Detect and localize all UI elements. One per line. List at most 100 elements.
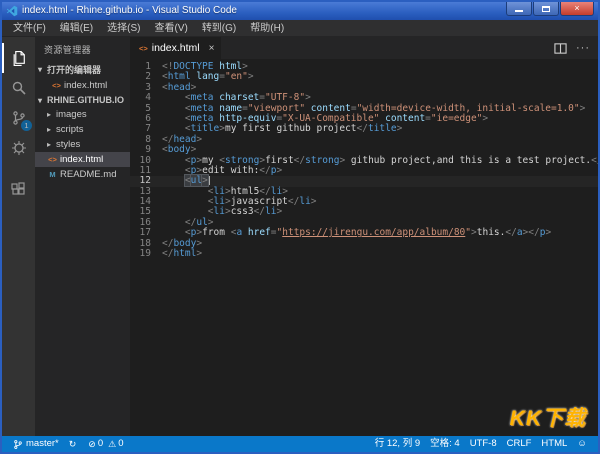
tree-item-label: scripts bbox=[56, 124, 83, 135]
code-line-content: <html lang="en"> bbox=[162, 71, 254, 82]
code-line-content: <ul> bbox=[162, 175, 210, 186]
tree-folder-styles[interactable]: ▸styles bbox=[35, 137, 130, 152]
vscode-logo-icon bbox=[6, 5, 18, 17]
open-editors-label: 打开的编辑器 bbox=[47, 63, 101, 76]
code-line-content: </body> bbox=[162, 238, 202, 249]
file-tree: ▸images▸scripts▸styles<>index.htmlMREADM… bbox=[35, 107, 130, 182]
language-label: HTML bbox=[541, 436, 567, 452]
code-line-content: <body> bbox=[162, 144, 196, 155]
tree-file-index-html[interactable]: <>index.html bbox=[35, 78, 130, 93]
indent-status[interactable]: 空格: 4 bbox=[425, 436, 465, 452]
folder-header[interactable]: ▾ RHINE.GITHUB.IO bbox=[35, 93, 130, 107]
tree-item-label: index.html bbox=[64, 80, 107, 91]
minimize-button[interactable] bbox=[506, 2, 532, 16]
line-number: 9 bbox=[130, 145, 162, 155]
chevron-down-icon: ▾ bbox=[38, 65, 47, 74]
sync-status[interactable]: ↻ bbox=[64, 436, 84, 452]
line-number: 19 bbox=[130, 249, 162, 259]
split-editor-icon[interactable] bbox=[554, 42, 567, 55]
language-status[interactable]: HTML bbox=[536, 436, 572, 452]
git-branch-icon bbox=[13, 439, 23, 450]
debug-icon[interactable] bbox=[2, 133, 35, 163]
code-line-2[interactable]: 2<html lang="en"> bbox=[130, 72, 598, 82]
html-file-icon: <> bbox=[139, 44, 148, 53]
explorer-sidebar: 资源管理器 ▾ 打开的编辑器 <>index.html ▾ RHINE.GITH… bbox=[35, 37, 130, 436]
activity-bar: 1 bbox=[2, 37, 35, 436]
code-line-content: <meta http-equiv="X-UA-Compatible" conte… bbox=[162, 113, 488, 124]
explorer-icon[interactable] bbox=[2, 43, 35, 73]
code-line-content: <li>html5</li> bbox=[162, 186, 288, 197]
code-line-content: <li>css3</li> bbox=[162, 206, 282, 217]
code-line-19[interactable]: 19</html> bbox=[130, 249, 598, 259]
code-editor[interactable]: 1<!DOCTYPE html>2<html lang="en">3<head>… bbox=[130, 59, 598, 436]
tab-index-html[interactable]: <> index.html × bbox=[130, 37, 221, 59]
code-line-content: <p>my <strong>first</strong> github proj… bbox=[162, 155, 598, 166]
tree-item-label: styles bbox=[56, 139, 80, 150]
tree-file-index-html[interactable]: <>index.html bbox=[35, 152, 130, 167]
workbench: 1 资源管理器 ▾ 打开的编辑器 <>index.html ▾ RHINE.GI… bbox=[2, 37, 598, 436]
problems-status[interactable]: ⊘0 ⚠0 bbox=[83, 436, 128, 452]
text-cursor bbox=[209, 176, 210, 185]
status-bar: master* ↻ ⊘0 ⚠0 行 12, 列 9 空格: 4 UTF-8 CR… bbox=[2, 436, 598, 452]
source-control-badge: 1 bbox=[21, 120, 32, 131]
tab-label: index.html bbox=[152, 42, 200, 54]
code-line-content: <li>javascript</li> bbox=[162, 196, 317, 207]
eol-status[interactable]: CRLF bbox=[502, 436, 537, 452]
menu-item[interactable]: 选择(S) bbox=[100, 20, 147, 37]
encoding-status[interactable]: UTF-8 bbox=[465, 436, 502, 452]
cursor-position-status[interactable]: 行 12, 列 9 bbox=[370, 436, 425, 452]
vscode-window: index.html - Rhine.github.io - Visual St… bbox=[0, 0, 600, 454]
open-editors-list: <>index.html bbox=[35, 78, 130, 93]
window-controls: × bbox=[506, 2, 594, 20]
tree-folder-scripts[interactable]: ▸scripts bbox=[35, 122, 130, 137]
feedback-status[interactable]: ☺ bbox=[572, 436, 592, 452]
window-title: index.html - Rhine.github.io - Visual St… bbox=[22, 2, 506, 20]
menu-item[interactable]: 编辑(E) bbox=[53, 20, 100, 37]
eol-label: CRLF bbox=[507, 436, 532, 452]
folder-label: RHINE.GITHUB.IO bbox=[47, 95, 124, 105]
code-line-content: </html> bbox=[162, 248, 202, 259]
code-line-content: <meta charset="UTF-8"> bbox=[162, 92, 311, 103]
tree-file-readme-md[interactable]: MREADME.md bbox=[35, 167, 130, 182]
cursor-position-label: 行 12, 列 9 bbox=[375, 436, 420, 452]
warning-count: 0 bbox=[118, 436, 123, 452]
tab-close-icon[interactable]: × bbox=[209, 43, 215, 54]
warning-icon: ⚠ bbox=[108, 436, 116, 452]
html-file-icon: <> bbox=[47, 155, 58, 164]
close-icon: × bbox=[574, 4, 579, 13]
chevron-right-icon: ▸ bbox=[47, 110, 56, 119]
error-icon: ⊘ bbox=[88, 436, 96, 452]
editor-actions: ··· bbox=[545, 37, 598, 59]
editor-group: <> index.html × ··· 1<!DOCTYPE html>2<ht… bbox=[130, 37, 598, 436]
sidebar-title: 资源管理器 bbox=[35, 37, 130, 61]
tree-item-label: images bbox=[56, 109, 87, 120]
search-icon[interactable] bbox=[2, 73, 35, 103]
open-editors-header[interactable]: ▾ 打开的编辑器 bbox=[35, 61, 130, 78]
chevron-down-icon: ▾ bbox=[38, 96, 47, 105]
tab-bar: <> index.html × ··· bbox=[130, 37, 598, 59]
code-line-content: <p>from <a href="https://jirengu.com/app… bbox=[162, 227, 551, 238]
maximize-icon bbox=[542, 6, 550, 12]
indent-label: 空格: 4 bbox=[430, 436, 460, 452]
minimize-icon bbox=[515, 10, 523, 12]
code-line-8[interactable]: 8</head> bbox=[130, 135, 598, 145]
tree-item-label: index.html bbox=[60, 154, 103, 165]
html-file-icon: <> bbox=[51, 81, 62, 90]
source-control-icon[interactable]: 1 bbox=[2, 103, 35, 133]
close-button[interactable]: × bbox=[560, 2, 594, 16]
menu-item[interactable]: 转到(G) bbox=[195, 20, 243, 37]
menu-item[interactable]: 查看(V) bbox=[147, 20, 194, 37]
menu-item[interactable]: 文件(F) bbox=[6, 20, 53, 37]
title-bar: index.html - Rhine.github.io - Visual St… bbox=[2, 2, 598, 20]
code-line-content: <head> bbox=[162, 82, 196, 93]
tree-folder-images[interactable]: ▸images bbox=[35, 107, 130, 122]
more-actions-icon[interactable]: ··· bbox=[576, 37, 590, 59]
code-line-content: </ul> bbox=[162, 217, 214, 228]
git-branch-status[interactable]: master* bbox=[8, 436, 64, 452]
maximize-button[interactable] bbox=[533, 2, 559, 16]
extensions-icon[interactable] bbox=[2, 175, 35, 205]
menu-item[interactable]: 帮助(H) bbox=[243, 20, 291, 37]
sync-icon: ↻ bbox=[69, 436, 77, 452]
error-count: 0 bbox=[98, 436, 103, 452]
smiley-icon: ☺ bbox=[577, 436, 587, 452]
